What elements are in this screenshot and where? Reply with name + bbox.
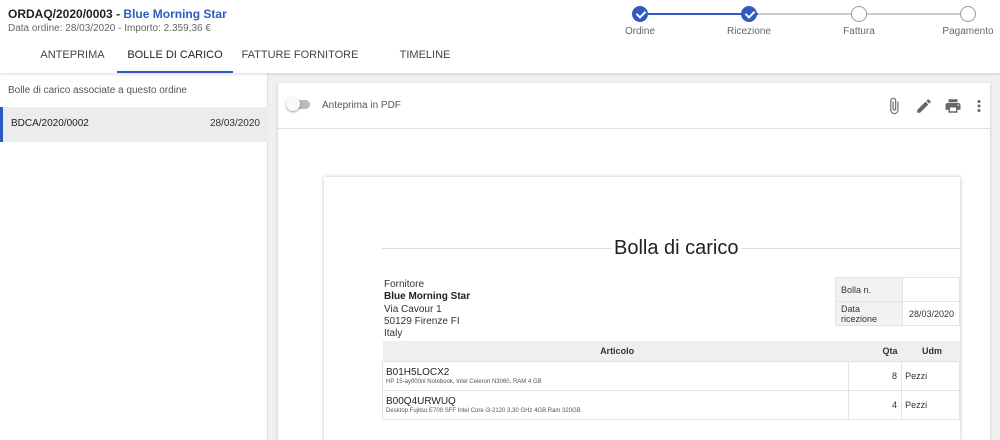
attach-icon[interactable] bbox=[885, 97, 903, 115]
item-code: B00Q4URWUQ bbox=[386, 395, 456, 407]
item-article-cell: B00Q4URWUQ Desktop Fujitsu E700 SFF Inte… bbox=[381, 389, 850, 420]
supplier-label: Fornitore bbox=[384, 279, 425, 290]
order-supplier[interactable]: Blue Morning Star bbox=[123, 7, 226, 21]
table-row: B00Q4URWUQ Desktop Fujitsu E700 SFF Inte… bbox=[381, 389, 960, 420]
item-qty: 4 bbox=[848, 389, 903, 420]
supplier-address-line: 50129 Firenze FI bbox=[384, 316, 460, 327]
column-header-article: Articolo bbox=[382, 341, 849, 361]
meta-key: Bolla n. bbox=[834, 277, 904, 302]
item-description: HP 15-ay000nl Notebook, Intel Celeron N3… bbox=[386, 378, 542, 385]
meta-value bbox=[902, 277, 960, 302]
step-fattura-label: Fattura bbox=[843, 26, 875, 37]
table-row: B01H5LOCX2 HP 15-ay000nl Notebook, Intel… bbox=[381, 360, 960, 391]
order-progress-stepper: Ordine Ricezione Fattura Pagamento bbox=[610, 0, 1000, 40]
item-uom: Pezzi bbox=[901, 360, 960, 391]
delivery-notes-list-panel: Bolle di carico associate a questo ordin… bbox=[0, 73, 268, 440]
more-vert-icon[interactable] bbox=[973, 97, 985, 115]
document-title: Bolla di carico bbox=[612, 237, 741, 260]
step-fattura-dot bbox=[851, 6, 867, 22]
step-ricezione-check-icon bbox=[741, 6, 757, 22]
toggle-knob bbox=[286, 97, 300, 111]
item-uom: Pezzi bbox=[901, 389, 960, 420]
table-row: Bolla n. bbox=[834, 277, 960, 302]
pdf-preview-label: Anteprima in PDF bbox=[322, 100, 401, 111]
item-code: B01H5LOCX2 bbox=[386, 366, 450, 378]
tab-fatture-fornitore[interactable]: FATTURE FORNITORE bbox=[236, 40, 364, 73]
supplier-address-line: Via Cavour 1 bbox=[384, 304, 442, 315]
step-ordine-check-icon bbox=[632, 6, 648, 22]
step-ordine-label: Ordine bbox=[624, 26, 655, 37]
document-toolbar: Anteprima in PDF bbox=[278, 83, 990, 129]
item-qty: 8 bbox=[848, 360, 903, 391]
order-title-separator: - bbox=[116, 7, 121, 21]
order-subtitle: Data ordine: 28/03/2020 - Importo: 2.359… bbox=[8, 23, 211, 34]
step-ricezione-label: Ricezione bbox=[727, 26, 771, 37]
supplier-address-line: Italy bbox=[384, 328, 403, 339]
item-article-cell: B01H5LOCX2 HP 15-ay000nl Notebook, Intel… bbox=[381, 360, 850, 391]
edit-icon[interactable] bbox=[915, 97, 933, 115]
column-header-uom: Udm bbox=[901, 341, 960, 361]
table-header-row: Articolo Qta Udm bbox=[382, 341, 960, 361]
delivery-notes-heading: Bolle di carico associate a questo ordin… bbox=[8, 85, 187, 96]
order-header: ORDAQ/2020/0003 - Blue Morning Star Data… bbox=[0, 0, 1000, 73]
delivery-note-code: BDCA/2020/0002 bbox=[11, 118, 89, 129]
step-pagamento-dot bbox=[960, 6, 976, 22]
tab-timeline[interactable]: TIMELINE bbox=[380, 40, 470, 73]
meta-key: Data ricezione bbox=[834, 301, 904, 326]
step-pagamento-label: Pagamento bbox=[942, 26, 994, 37]
list-item[interactable]: BDCA/2020/0002 28/03/2020 bbox=[0, 107, 268, 142]
pdf-preview-toggle[interactable] bbox=[286, 97, 310, 111]
meta-value: 28/03/2020 bbox=[902, 301, 960, 326]
order-title: ORDAQ/2020/0003 - Blue Morning Star bbox=[8, 7, 227, 21]
table-row: Data ricezione 28/03/2020 bbox=[834, 301, 960, 326]
items-table: Articolo Qta Udm B01H5LOCX2 HP 15-ay000n… bbox=[381, 341, 960, 420]
order-code: ORDAQ/2020/0003 bbox=[8, 7, 113, 21]
delivery-meta-table: Bolla n. Data ricezione 28/03/2020 bbox=[834, 277, 960, 326]
print-icon[interactable] bbox=[944, 97, 962, 115]
tab-bolle-di-carico[interactable]: BOLLE DI CARICO bbox=[117, 40, 233, 73]
delivery-note-date: 28/03/2020 bbox=[209, 118, 260, 129]
column-header-qty: Qta bbox=[848, 341, 902, 361]
delivery-note-document: Bolla di carico Fornitore Blue Morning S… bbox=[324, 177, 960, 440]
supplier-name: Blue Morning Star bbox=[384, 291, 471, 302]
item-description: Desktop Fujitsu E700 SFF Intel Core i3-2… bbox=[386, 407, 581, 414]
